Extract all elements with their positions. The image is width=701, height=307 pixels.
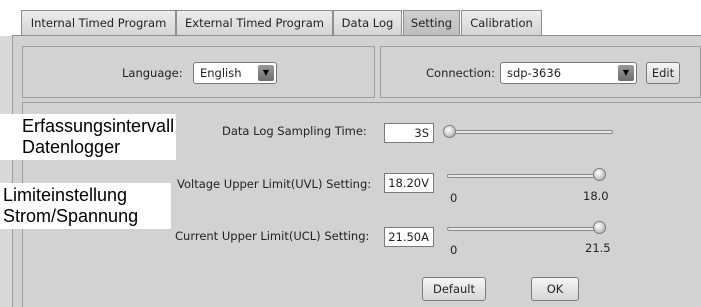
annotation-line: Limiteinstellung [3,185,128,205]
connection-select[interactable]: sdp-3636 ▼ [500,62,637,84]
current-min-label: 0 [450,243,458,257]
sampling-time-label: Data Log Sampling Time: [222,124,367,138]
tab-external-timed-program[interactable]: External Timed Program [176,10,333,36]
annotation-line: Datenlogger [22,137,121,157]
voltage-limit-label: Voltage Upper Limit(UVL) Setting: [177,177,372,191]
chevron-down-icon: ▼ [258,65,274,81]
tab-internal-timed-program[interactable]: Internal Timed Program [21,10,176,36]
sampling-time-field[interactable]: 3S [384,123,434,143]
tab-bar: Internal Timed Program External Timed Pr… [0,0,701,36]
voltage-max-label: 18.0 [583,189,609,203]
tab-setting[interactable]: Setting [403,10,460,36]
current-max-label: 21.5 [585,241,611,255]
annotation-line: Erfassungsintervall [22,116,175,136]
annotation-sampling-interval: Erfassungsintervall Datenlogger [0,114,176,160]
default-button[interactable]: Default [422,277,486,301]
tab-data-log[interactable]: Data Log [333,10,402,36]
voltage-limit-field[interactable]: 18.20V [384,173,434,193]
voltage-slider-thumb[interactable] [593,168,606,181]
annotation-line: Strom/Spannung [3,206,139,226]
chevron-down-icon: ▼ [618,65,634,81]
current-limit-label: Current Upper Limit(UCL) Setting: [175,229,370,243]
tab-calibration[interactable]: Calibration [461,10,542,36]
edit-button[interactable]: Edit [646,62,680,84]
connection-value: sdp-3636 [507,66,562,80]
connection-label: Connection: [426,66,495,80]
current-slider-thumb[interactable] [593,221,606,234]
language-select[interactable]: English ▼ [193,62,277,84]
current-slider-track[interactable] [447,227,605,231]
sampling-time-slider-thumb[interactable] [443,125,456,138]
annotation-limit-setting: Limiteinstellung Strom/Spannung [0,183,171,229]
ok-button[interactable]: OK [531,277,579,301]
language-value: English [200,66,242,80]
settings-window: Internal Timed Program External Timed Pr… [0,0,701,307]
current-limit-field[interactable]: 21.50A [384,227,434,247]
language-label: Language: [122,66,183,80]
sampling-time-slider-track[interactable] [445,130,613,134]
voltage-min-label: 0 [450,191,458,205]
voltage-slider-track[interactable] [447,174,605,178]
